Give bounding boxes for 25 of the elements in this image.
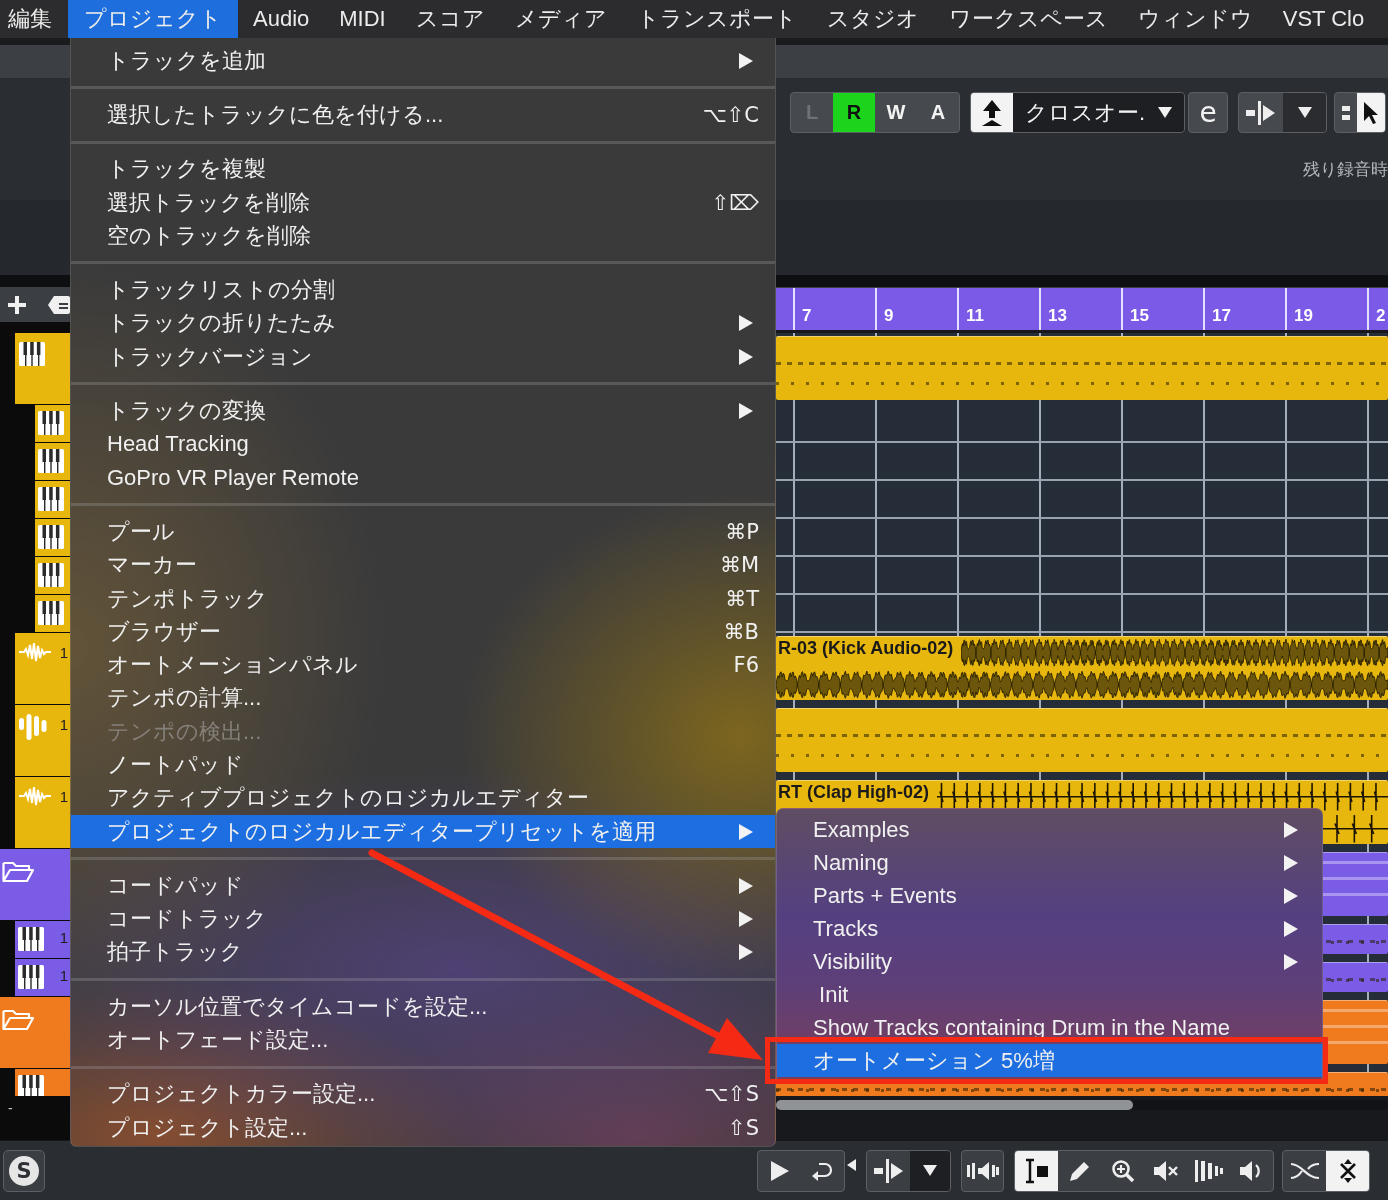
bar-number: 2 — [1376, 306, 1386, 325]
shortcut-label: ⌥⇧S — [703, 1082, 759, 1107]
track-number: 1 — [59, 716, 68, 734]
bar-number: 15 — [1130, 306, 1149, 325]
shortcut-label: ⌘M — [719, 553, 759, 578]
shortcut-label: ⇧S — [728, 1115, 759, 1140]
shortcut-label: ⌘P — [725, 519, 759, 544]
bar-number: 9 — [884, 306, 894, 325]
bar-number: 11 — [966, 306, 984, 325]
shortcut-label: ⌘B — [723, 619, 759, 644]
track-number: 1 — [59, 788, 68, 806]
shortcut-label: F6 — [733, 653, 759, 678]
track-number: 1 — [59, 644, 68, 662]
shortcut-label: ⌘T — [725, 586, 759, 611]
shortcut-label: ⌥⇧C — [702, 102, 759, 127]
bar-number: 17 — [1212, 306, 1231, 325]
part-name: RT (Clap High-02) — [777, 782, 930, 802]
track-number: 1 — [59, 929, 68, 947]
shortcut-label: ⇧⌦ — [711, 190, 759, 215]
status-text: 残り録音時 — [1303, 160, 1388, 180]
part-name: R-03 (Kick Audio-02) — [777, 638, 955, 658]
bar-number: 13 — [1048, 306, 1067, 325]
bar-number: 19 — [1294, 306, 1313, 325]
track-number: 1 — [59, 967, 68, 985]
bar-number: 7 — [802, 306, 812, 325]
